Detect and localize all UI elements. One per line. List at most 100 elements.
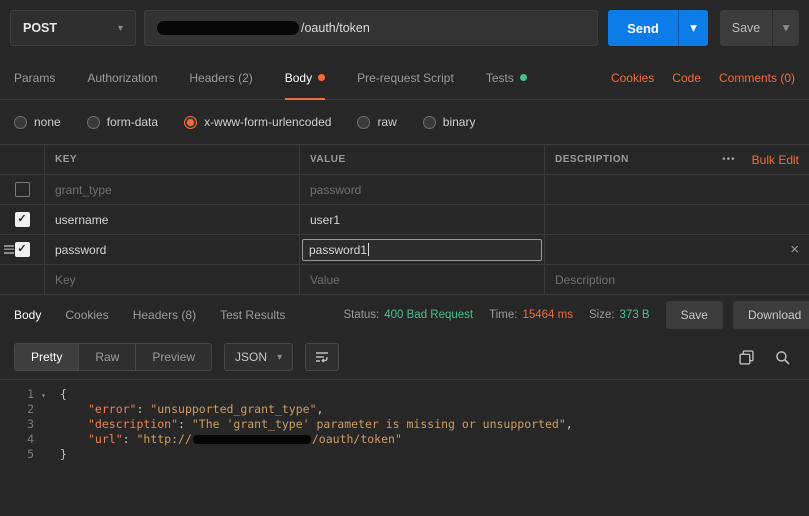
mode-x-www-form-urlencoded[interactable]: x-www-form-urlencoded xyxy=(184,115,331,129)
response-tab-test-results[interactable]: Test Results xyxy=(220,308,285,322)
code-text: } xyxy=(60,447,67,461)
table-row: ✓ username user1 xyxy=(0,205,809,235)
urlencoded-params-table: KEY VALUE DESCRIPTION ••• Bulk Edit gran… xyxy=(0,144,809,295)
mode-raw[interactable]: raw xyxy=(357,115,397,129)
body-modified-dot xyxy=(318,74,326,81)
tests-present-dot xyxy=(519,74,527,81)
mode-label: form-data xyxy=(106,115,159,129)
response-body-viewer[interactable]: 1 ▾ { 2 "error": "unsupported_grant_type"… xyxy=(0,380,809,516)
size-label: Size: xyxy=(588,309,615,321)
mode-binary[interactable]: binary xyxy=(422,115,476,129)
time-label: Time: xyxy=(489,309,518,321)
fold-toggle-icon[interactable]: ▾ xyxy=(41,388,46,403)
row-checkbox[interactable] xyxy=(14,182,30,197)
key-placeholder[interactable]: Key xyxy=(55,273,76,287)
send-button[interactable]: Send xyxy=(608,10,678,46)
download-response-button[interactable]: Download xyxy=(732,301,809,329)
format-select[interactable]: JSON ▾ xyxy=(224,343,294,371)
radio-icon xyxy=(14,115,27,129)
code-line: 4 "url": "http:///oauth/token" xyxy=(0,432,809,447)
wrap-text-button[interactable] xyxy=(305,343,340,371)
tab-prerequest-script[interactable]: Pre-request Script xyxy=(357,56,454,99)
code-line: 1 ▾ { xyxy=(0,387,809,402)
tab-headers[interactable]: Headers (2) xyxy=(189,56,252,99)
tab-label: Headers (2) xyxy=(189,70,253,85)
param-description[interactable]: × xyxy=(545,235,809,264)
url-input[interactable]: /oauth/token xyxy=(144,10,598,46)
url-path: /oauth/token xyxy=(301,21,370,35)
description-placeholder[interactable]: Description xyxy=(555,273,615,287)
cookies-link[interactable]: Cookies xyxy=(611,71,654,85)
key-column-header: KEY xyxy=(55,154,78,165)
view-mode-segmented-control: Pretty Raw Preview xyxy=(14,343,213,371)
table-row: ✓ password password1 × xyxy=(0,235,809,265)
mode-label: binary xyxy=(442,115,476,129)
request-bar: POST ▾ /oauth/token Send ▾ Save ▾ xyxy=(0,0,809,56)
radio-icon xyxy=(422,115,436,129)
method-select[interactable]: POST ▾ xyxy=(10,10,136,46)
value-placeholder[interactable]: Value xyxy=(310,273,340,287)
status-value: 400 Bad Request xyxy=(384,309,474,321)
view-raw-tab[interactable]: Raw xyxy=(79,344,137,370)
save-request-button[interactable]: Save xyxy=(720,10,772,46)
param-value[interactable]: user1 xyxy=(310,213,340,227)
tab-params[interactable]: Params xyxy=(14,56,55,99)
param-value: password1 xyxy=(309,242,368,257)
param-value-input[interactable]: password1 xyxy=(302,238,542,261)
response-tab-cookies[interactable]: Cookies xyxy=(65,308,108,322)
response-tab-headers[interactable]: Headers (8) xyxy=(133,308,196,322)
comments-link[interactable]: Comments (0) xyxy=(719,71,795,85)
value-column-header: VALUE xyxy=(310,154,346,165)
code-link[interactable]: Code xyxy=(672,71,701,85)
mode-label: x-www-form-urlencoded xyxy=(204,115,332,129)
more-options-icon[interactable]: ••• xyxy=(722,154,736,165)
view-preview-tab[interactable]: Preview xyxy=(136,344,212,370)
delete-row-icon[interactable]: × xyxy=(790,242,799,257)
param-key[interactable]: grant_type xyxy=(55,183,112,197)
tab-label: Params xyxy=(14,70,56,85)
param-key[interactable]: username xyxy=(55,213,108,227)
param-description[interactable] xyxy=(545,205,809,234)
bulk-edit-link[interactable]: Bulk Edit xyxy=(752,153,799,167)
param-value[interactable]: password xyxy=(310,183,361,197)
copy-response-button[interactable] xyxy=(733,344,759,370)
param-key[interactable]: password xyxy=(55,243,106,257)
param-description[interactable] xyxy=(545,175,809,204)
tab-tests[interactable]: Tests xyxy=(486,56,527,99)
header-checkbox-cell xyxy=(0,145,45,174)
send-options-button[interactable]: ▾ xyxy=(678,10,708,46)
tab-authorization[interactable]: Authorization xyxy=(87,56,157,99)
copy-icon xyxy=(738,349,754,365)
line-number: 2 xyxy=(27,402,34,416)
table-placeholder-row: Key Value Description xyxy=(0,265,809,295)
mode-none[interactable]: none xyxy=(14,115,61,129)
response-tab-body[interactable]: Body xyxy=(14,308,41,322)
tab-body[interactable]: Body xyxy=(284,56,326,100)
wrap-text-icon xyxy=(316,352,329,363)
line-number: 3 xyxy=(27,417,34,431)
code-text: "error": "unsupported_grant_type", xyxy=(88,402,324,416)
code-line: 3 "description": "The 'grant_type' param… xyxy=(0,417,809,432)
search-response-button[interactable] xyxy=(769,344,795,370)
save-response-button[interactable]: Save xyxy=(665,301,723,329)
time-value: 15464 ms xyxy=(522,309,573,321)
search-icon xyxy=(775,350,790,365)
save-options-button[interactable]: ▾ xyxy=(772,10,799,46)
response-header: Body Cookies Headers (8) Test Results St… xyxy=(0,295,809,335)
row-checkbox[interactable]: ✓ xyxy=(14,242,30,257)
tab-label: Body xyxy=(284,70,313,85)
drag-handle-icon[interactable] xyxy=(4,245,14,254)
code-line: 5 } xyxy=(0,447,809,462)
view-pretty-tab[interactable]: Pretty xyxy=(15,344,80,370)
response-stats: Status: 400 Bad Request Time: 15464 ms S… xyxy=(343,309,665,321)
description-column-header: DESCRIPTION xyxy=(555,154,629,165)
chevron-down-icon: ▾ xyxy=(782,20,790,35)
line-number: 5 xyxy=(27,447,34,461)
code-text: "description": "The 'grant_type' paramet… xyxy=(88,417,573,431)
redacted-url-segment xyxy=(192,435,311,444)
line-number: 4 xyxy=(27,432,34,446)
code-text: { xyxy=(60,387,67,401)
mode-form-data[interactable]: form-data xyxy=(86,115,159,129)
row-checkbox[interactable]: ✓ xyxy=(14,212,30,227)
code-text: "url": "http:///oauth/token" xyxy=(88,432,402,446)
